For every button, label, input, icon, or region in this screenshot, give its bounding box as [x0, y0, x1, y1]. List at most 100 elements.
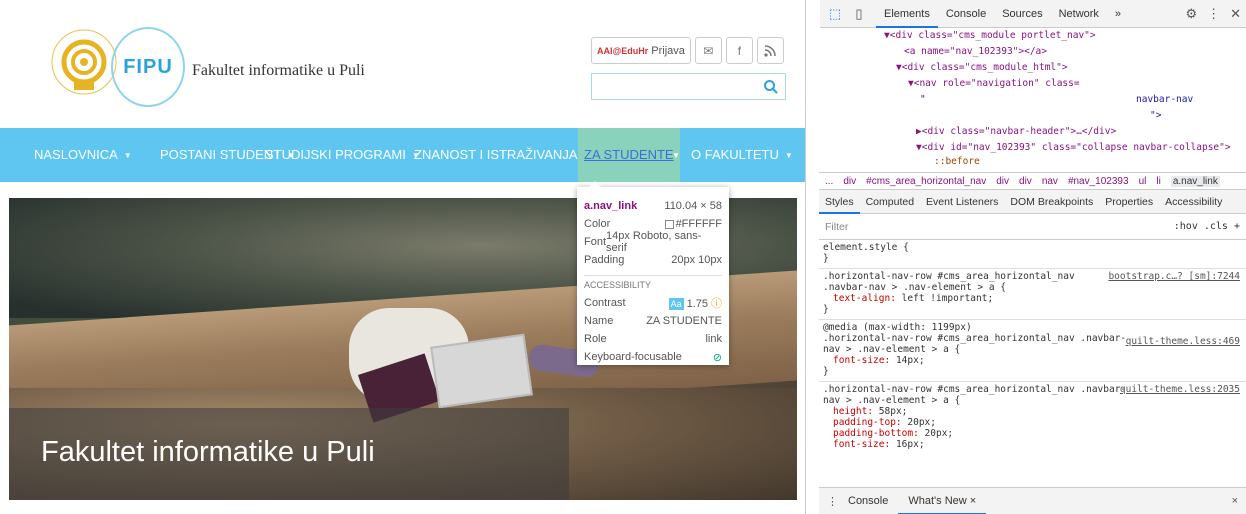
nav-item-znanost[interactable]: ZNANOST I ISTRAŽIVANJA▼ — [414, 128, 591, 182]
fipu-logo[interactable]: FIPU — [111, 27, 185, 107]
drawer-menu-icon[interactable]: ⋮ — [819, 495, 838, 508]
aai-logo: AAI@EduHr — [597, 45, 649, 56]
tab-computed[interactable]: Computed — [860, 190, 920, 214]
tab-sources[interactable]: Sources — [994, 0, 1050, 28]
close-icon[interactable]: ✕ — [1230, 6, 1241, 22]
css-prop-name: height — [833, 406, 868, 417]
breadcrumb-item[interactable]: #cms_area_horizontal_nav — [866, 176, 986, 187]
contrast-badge: Aa — [668, 298, 684, 310]
nav-label: O FAKULTETU — [691, 147, 779, 162]
tooltip-value: #FFFFFF — [664, 218, 722, 230]
tooltip-value: 14px Roboto, sans-serif — [606, 230, 702, 254]
rss-icon[interactable] — [756, 37, 784, 64]
breadcrumb-item[interactable]: #nav_102393 — [1068, 176, 1129, 187]
filter-toggles[interactable]: :hov .cls + — [1174, 221, 1240, 232]
tooltip-key: Padding — [584, 254, 625, 266]
css-prop-value: left !important; — [901, 293, 994, 304]
css-property[interactable]: font-size: 16px; — [823, 439, 1242, 450]
nav-item-studijski-programi[interactable]: STUDIJSKI PROGRAMI ▼ — [265, 128, 420, 182]
nav-label: NASLOVNICA — [34, 147, 118, 162]
kebab-menu-icon[interactable]: ⋮ — [1207, 6, 1220, 22]
breadcrumb-item[interactable]: ... — [825, 176, 833, 187]
more-tabs-button[interactable]: » — [1107, 0, 1129, 28]
tooltip-key: Font — [584, 236, 607, 248]
css-source-link[interactable]: quilt-theme.less:2035 — [1120, 384, 1240, 395]
device-toolbar-icon[interactable]: ▯ — [850, 5, 868, 23]
styles-pane: element.style { } .horizontal-nav-row #c… — [819, 240, 1246, 486]
tab-elements[interactable]: Elements — [876, 0, 938, 28]
nav-item-o-fakultetu[interactable]: O FAKULTETU ▼ — [691, 128, 793, 182]
css-prop-value: 20px; — [924, 428, 954, 439]
tab-console[interactable]: Console — [938, 0, 994, 28]
search-input[interactable] — [591, 73, 786, 100]
nav-caret-za-studente: ▼ — [666, 128, 680, 182]
drawer-tab-whats-new[interactable]: What's New × — [898, 488, 987, 514]
css-prop-name: padding-top — [833, 417, 896, 428]
devtools-drawer: ⋮ Console What's New × × — [819, 487, 1246, 514]
tooltip-value: link — [705, 333, 722, 345]
nav-item-naslovnica[interactable]: NASLOVNICA ▼ — [34, 128, 132, 182]
inspect-tooltip: a.nav_link 110.04 × 58 Color #FFFFFF Fon… — [577, 181, 729, 365]
tab-properties[interactable]: Properties — [1099, 190, 1159, 214]
tab-event-listeners[interactable]: Event Listeners — [920, 190, 1004, 214]
dom-attr-value: "> — [1150, 110, 1162, 121]
css-rule: @media (max-width: 1199px) .horizontal-n… — [819, 320, 1246, 382]
tab-accessibility[interactable]: Accessibility — [1159, 190, 1228, 214]
tooltip-key: Name — [584, 315, 614, 327]
breadcrumb-item[interactable]: div — [996, 176, 1009, 187]
tooltip-key: Color — [584, 218, 611, 230]
login-button[interactable]: AAI@EduHr Prijava — [591, 37, 691, 64]
accessibility-heading: ACCESSIBILITY — [584, 280, 652, 290]
close-icon[interactable]: × — [1232, 495, 1246, 507]
css-prop-name: text-align — [833, 293, 891, 304]
dom-pseudo[interactable]: ::before — [934, 156, 980, 167]
css-source-link[interactable]: quilt-theme.less:469 — [1126, 336, 1240, 347]
dom-attr-value: " — [920, 94, 926, 105]
dom-node[interactable]: ▼<div class="cms_module portlet_nav"> — [884, 30, 1096, 41]
css-property[interactable]: height: 58px; — [823, 406, 1242, 417]
search-icon[interactable] — [763, 79, 779, 95]
inspect-element-icon[interactable]: ⬚ — [826, 5, 844, 23]
tooltip-value: ZA STUDENTE — [646, 315, 722, 327]
breadcrumb-item[interactable]: div — [843, 176, 856, 187]
chevron-down-icon: ▼ — [784, 150, 793, 160]
gear-icon[interactable]: ⚙ — [1185, 6, 1197, 22]
warning-icon: ⓘ — [711, 298, 722, 310]
breadcrumb-item[interactable]: div — [1019, 176, 1032, 187]
tooltip-key: Contrast — [584, 297, 626, 309]
css-source-link[interactable]: bootstrap.c…? [sm]:7244 — [1108, 271, 1240, 282]
tooltip-value: 20px 10px — [671, 254, 722, 266]
breadcrumb-item-current[interactable]: a.nav_link — [1170, 175, 1220, 187]
dom-node[interactable]: ▼<div id="nav_102393" class="collapse na… — [916, 142, 1231, 153]
screen: FIPU Fakultet informatike u Puli AAI@Edu… — [0, 0, 1246, 514]
top-links: AAI@EduHr Prijava ✉ f — [591, 37, 784, 64]
css-property[interactable]: padding-bottom: 20px; — [823, 428, 1242, 439]
css-rule-close: } — [823, 253, 829, 264]
nav-item-za-studente[interactable]: ZA STUDENTE — [578, 128, 680, 182]
mail-icon[interactable]: ✉ — [694, 37, 722, 64]
css-property[interactable]: text-align: left !important; — [823, 293, 1242, 304]
dom-node[interactable]: ▼<nav role="navigation" class= — [908, 78, 1080, 89]
breadcrumb-item[interactable]: nav — [1042, 176, 1058, 187]
css-prop-value: 20px; — [907, 417, 936, 428]
tab-dom-breakpoints[interactable]: DOM Breakpoints — [1004, 190, 1099, 214]
css-selector[interactable]: element.style { — [823, 242, 1242, 253]
tab-network[interactable]: Network — [1051, 0, 1107, 28]
styles-filter-input[interactable]: Filter :hov .cls + — [819, 214, 1246, 240]
filter-placeholder: Filter — [825, 220, 849, 233]
breadcrumb-item[interactable]: li — [1156, 176, 1160, 187]
drawer-tab-console[interactable]: Console — [838, 488, 898, 514]
nav-label: ZA STUDENTE — [584, 147, 674, 162]
tooltip-row-font: Font 14px Roboto, sans-serif — [584, 230, 722, 254]
dom-node[interactable]: ▼<div class="cms_module_html"> — [896, 62, 1068, 73]
css-property[interactable]: padding-top: 20px; — [823, 417, 1242, 428]
dom-node[interactable]: <a name="nav_102393"></a> — [904, 46, 1047, 57]
nav-label: ZNANOST I ISTRAŽIVANJA — [414, 147, 578, 162]
breadcrumb-item[interactable]: ul — [1139, 176, 1147, 187]
chevron-down-icon: ▼ — [672, 150, 680, 160]
facebook-icon[interactable]: f — [725, 37, 753, 64]
css-property[interactable]: font-size: 14px; — [823, 355, 1242, 366]
dom-node[interactable]: ▶<div class="navbar-header">…</div> — [916, 126, 1116, 137]
tab-styles[interactable]: Styles — [819, 190, 860, 214]
login-label: Prijava — [651, 44, 685, 57]
